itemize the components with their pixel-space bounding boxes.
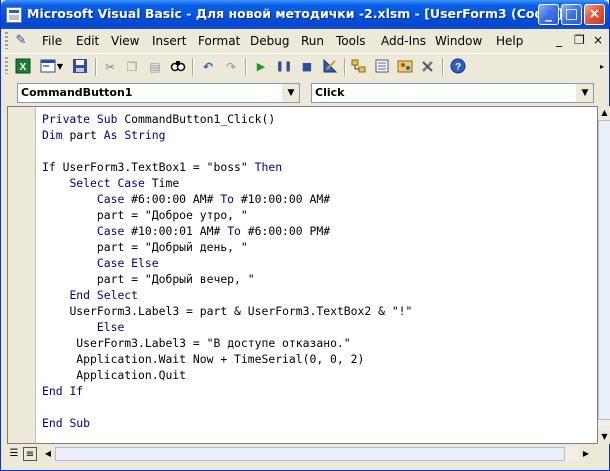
- toolbar-separator: [344, 58, 346, 76]
- break-icon[interactable]: ❚❚: [275, 58, 293, 76]
- menu-view[interactable]: View: [111, 34, 139, 48]
- code-editor[interactable]: Private Sub CommandButton1_Click() Dim pa…: [7, 106, 598, 444]
- toolbar-grip[interactable]: [5, 57, 8, 74]
- code-line[interactable]: End If: [42, 383, 412, 399]
- properties-icon[interactable]: [373, 58, 391, 76]
- project-explorer-icon[interactable]: [350, 58, 368, 76]
- code-line[interactable]: End Select: [42, 287, 412, 303]
- menu-format[interactable]: Format: [198, 34, 240, 48]
- insert-dropdown-icon[interactable]: ▼: [56, 58, 64, 76]
- code-line[interactable]: UserForm3.Label3 = part & UserForm3.Text…: [42, 303, 412, 319]
- toolbar-options-icon[interactable]: ▸: [597, 58, 607, 76]
- code-line[interactable]: part = "Добрый день, ": [42, 239, 412, 255]
- code-line[interactable]: If UserForm3.TextBox1 = "boss" Then: [42, 159, 412, 175]
- code-line[interactable]: [42, 399, 412, 415]
- vba-app-icon[interactable]: [6, 7, 22, 23]
- code-line[interactable]: Application.Wait Now + TimeSerial(0, 0, …: [42, 351, 412, 367]
- maximize-button[interactable]: □: [561, 4, 582, 25]
- standard-toolbar: X ▼ ✂ ❐ ▤ ↶ ↷ ▶ ❚❚ ■ ? ▸: [1, 53, 609, 80]
- undo-icon[interactable]: ↶: [199, 58, 217, 76]
- code-text[interactable]: Private Sub CommandButton1_Click() Dim pa…: [42, 111, 412, 431]
- code-line[interactable]: UserForm3.Label3 = "В доступе отказано.": [42, 335, 412, 351]
- scroll-left-icon[interactable]: ◀: [41, 447, 55, 461]
- object-combo-value: CommandButton1: [21, 86, 133, 99]
- combo-bar: CommandButton1 ▼ Click ▼: [1, 80, 609, 106]
- procedure-combo[interactable]: Click ▼: [311, 83, 594, 103]
- redo-icon[interactable]: ↷: [222, 58, 240, 76]
- menu-grip[interactable]: [5, 32, 8, 49]
- toolbar-separator: [442, 58, 444, 76]
- toolbar-separator: [245, 58, 247, 76]
- full-module-view-icon[interactable]: ≡: [23, 447, 37, 461]
- scroll-up-icon[interactable]: ▲: [598, 106, 610, 120]
- vertical-scrollbar[interactable]: ▲ ▼: [598, 106, 610, 444]
- design-mode-icon[interactable]: [321, 58, 339, 76]
- code-line[interactable]: End Sub: [42, 415, 412, 431]
- scroll-right-icon[interactable]: ▶: [579, 447, 593, 461]
- procedure-combo-value: Click: [315, 86, 345, 99]
- code-line[interactable]: Private Sub CommandButton1_Click(): [42, 111, 412, 127]
- copy-icon[interactable]: ❐: [123, 58, 141, 76]
- mdi-restore-button[interactable]: ❐: [574, 33, 585, 47]
- code-window-icon[interactable]: ✎: [13, 33, 29, 49]
- horizontal-scroll-thumb[interactable]: [55, 447, 565, 461]
- toolbar-separator: [95, 58, 97, 76]
- code-line[interactable]: Application.Quit: [42, 367, 412, 383]
- menu-run[interactable]: Run: [301, 34, 324, 48]
- object-browser-icon[interactable]: [396, 58, 414, 76]
- reset-icon[interactable]: ■: [298, 58, 316, 76]
- run-icon[interactable]: ▶: [252, 58, 270, 76]
- svg-text:X: X: [20, 62, 27, 73]
- menu-insert[interactable]: Insert: [152, 34, 186, 48]
- object-combo[interactable]: CommandButton1 ▼: [17, 83, 300, 103]
- mdi-close-button[interactable]: ×: [593, 33, 603, 47]
- margin-indicator-bar[interactable]: [8, 107, 36, 443]
- toolbox-icon[interactable]: [419, 58, 437, 76]
- horizontal-scrollbar[interactable]: ◀ ▶: [41, 447, 593, 461]
- save-icon[interactable]: [71, 58, 89, 76]
- window-title: Microsoft Visual Basic - Для новой метод…: [27, 6, 564, 21]
- code-line[interactable]: part = "Доброе утро, ": [42, 207, 412, 223]
- insert-userform-icon[interactable]: [39, 58, 57, 76]
- close-button[interactable]: ×: [584, 4, 605, 25]
- menu-tools[interactable]: Tools: [336, 34, 366, 48]
- menu-add-ins[interactable]: Add-Ins: [381, 34, 426, 48]
- scroll-down-icon[interactable]: ▼: [598, 430, 610, 444]
- menu-bar: ✎ File Edit View Insert Format Debug Run…: [1, 29, 609, 53]
- toolbar-separator: [192, 58, 194, 76]
- object-combo-arrow-icon[interactable]: ▼: [282, 84, 299, 102]
- code-line[interactable]: Case #6:00:00 AM# To #10:00:00 AM#: [42, 191, 412, 207]
- svg-text:?: ?: [455, 62, 461, 73]
- code-line[interactable]: part = "Добрый вечер, ": [42, 271, 412, 287]
- minimize-button[interactable]: _: [538, 4, 559, 25]
- code-line[interactable]: Case #10:00:01 AM# To #6:00:00 PM#: [42, 223, 412, 239]
- vbe-window: Microsoft Visual Basic - Для новой метод…: [0, 0, 610, 471]
- title-bar[interactable]: Microsoft Visual Basic - Для новой метод…: [1, 0, 609, 29]
- help-icon[interactable]: ?: [449, 58, 467, 76]
- menu-help[interactable]: Help: [496, 34, 523, 48]
- menu-edit[interactable]: Edit: [76, 34, 99, 48]
- code-line[interactable]: Else: [42, 319, 412, 335]
- code-line[interactable]: Dim part As String: [42, 127, 412, 143]
- find-icon[interactable]: [169, 58, 187, 76]
- excel-icon[interactable]: X: [14, 58, 32, 76]
- paste-icon[interactable]: ▤: [146, 58, 164, 76]
- bottom-bar: ☰ ≡ ◀ ▶: [1, 444, 609, 470]
- menu-file[interactable]: File: [42, 34, 62, 48]
- mdi-minimize-button[interactable]: _: [556, 33, 562, 47]
- menu-debug[interactable]: Debug: [250, 34, 289, 48]
- procedure-view-icon[interactable]: ☰: [7, 447, 21, 461]
- vertical-scroll-thumb[interactable]: [598, 120, 610, 420]
- menu-window[interactable]: Window: [435, 34, 482, 48]
- cut-icon[interactable]: ✂: [101, 58, 119, 76]
- code-line[interactable]: Select Case Time: [42, 175, 412, 191]
- code-line[interactable]: [42, 143, 412, 159]
- procedure-combo-arrow-icon[interactable]: ▼: [576, 84, 593, 102]
- code-line[interactable]: Case Else: [42, 255, 412, 271]
